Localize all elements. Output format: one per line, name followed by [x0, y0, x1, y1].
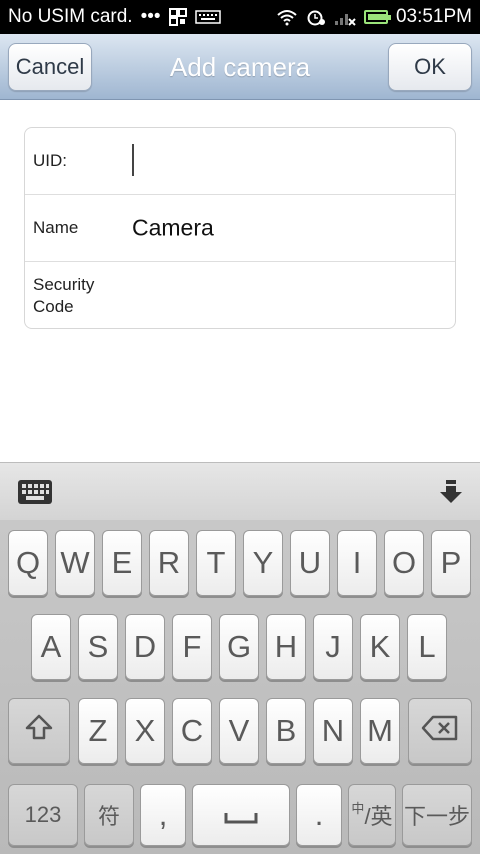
key-w[interactable]: W: [55, 530, 95, 596]
key-d[interactable]: D: [125, 614, 165, 680]
title-bar: Add camera Cancel OK: [0, 34, 480, 100]
ok-button[interactable]: OK: [388, 43, 472, 91]
carrier-text: No USIM card.: [8, 6, 133, 27]
key-k[interactable]: K: [360, 614, 400, 680]
dots-text: •••: [140, 6, 161, 27]
text-cursor: [132, 144, 134, 176]
key-b[interactable]: B: [266, 698, 306, 764]
security-row[interactable]: Security Code: [25, 262, 455, 329]
key-p[interactable]: P: [431, 530, 471, 596]
key-i[interactable]: I: [337, 530, 377, 596]
uid-label: UID:: [33, 151, 67, 170]
next-step-key[interactable]: 下一步: [402, 784, 472, 846]
key-q[interactable]: Q: [8, 530, 48, 596]
backspace-key[interactable]: [408, 698, 472, 764]
numbers-key[interactable]: 123: [8, 784, 78, 846]
key-y[interactable]: Y: [243, 530, 283, 596]
key-g[interactable]: G: [219, 614, 259, 680]
qr-icon: [168, 8, 187, 26]
key-m[interactable]: M: [360, 698, 400, 764]
alarm-icon: [306, 8, 326, 26]
period-key[interactable]: .: [296, 784, 342, 846]
symbols-key[interactable]: 符: [84, 784, 134, 846]
comma-key[interactable]: ,: [140, 784, 186, 846]
name-row[interactable]: Name Camera: [25, 195, 455, 262]
key-f[interactable]: F: [172, 614, 212, 680]
language-key-superscript: 中: [351, 800, 365, 816]
battery-fill: [367, 14, 388, 20]
name-label: Name: [33, 218, 79, 237]
hide-keyboard-icon[interactable]: [438, 479, 464, 510]
status-bar: No USIM card. ••• 03:51PM: [0, 0, 480, 34]
language-key-label: /英: [364, 804, 393, 829]
key-j[interactable]: J: [313, 614, 353, 680]
keyboard-switch-icon[interactable]: [17, 479, 53, 510]
language-switch-key[interactable]: 中/英: [348, 784, 396, 846]
wifi-icon: [276, 8, 298, 26]
key-l[interactable]: L: [407, 614, 447, 680]
space-key[interactable]: [192, 784, 290, 846]
key-e[interactable]: E: [102, 530, 142, 596]
cancel-button[interactable]: Cancel: [8, 43, 92, 91]
key-a[interactable]: A: [31, 614, 71, 680]
key-c[interactable]: C: [172, 698, 212, 764]
keyboard-icon: [194, 10, 221, 24]
key-s[interactable]: S: [78, 614, 118, 680]
camera-form: UID: Name Camera Security Code: [24, 127, 456, 329]
key-t[interactable]: T: [196, 530, 236, 596]
shift-icon: [24, 713, 54, 749]
shift-key[interactable]: [8, 698, 70, 764]
backspace-icon: [421, 713, 459, 749]
soft-keyboard: QWERTYUIOP ASDFGHJKL ZXCVBNM 123 符 , . 中…: [0, 520, 480, 854]
name-field[interactable]: Camera: [132, 215, 214, 242]
clock-text: 03:51PM: [395, 6, 472, 27]
key-o[interactable]: O: [384, 530, 424, 596]
space-icon: [224, 797, 258, 833]
key-x[interactable]: X: [125, 698, 165, 764]
key-h[interactable]: H: [266, 614, 306, 680]
key-u[interactable]: U: [290, 530, 330, 596]
battery-icon: [363, 10, 391, 24]
security-code-label: Security Code: [33, 274, 95, 316]
signal-icon: [334, 8, 356, 26]
key-z[interactable]: Z: [78, 698, 118, 764]
key-r[interactable]: R: [149, 530, 189, 596]
keyboard-toolbar: [0, 462, 480, 520]
uid-row[interactable]: UID:: [25, 128, 455, 195]
key-n[interactable]: N: [313, 698, 353, 764]
key-v[interactable]: V: [219, 698, 259, 764]
